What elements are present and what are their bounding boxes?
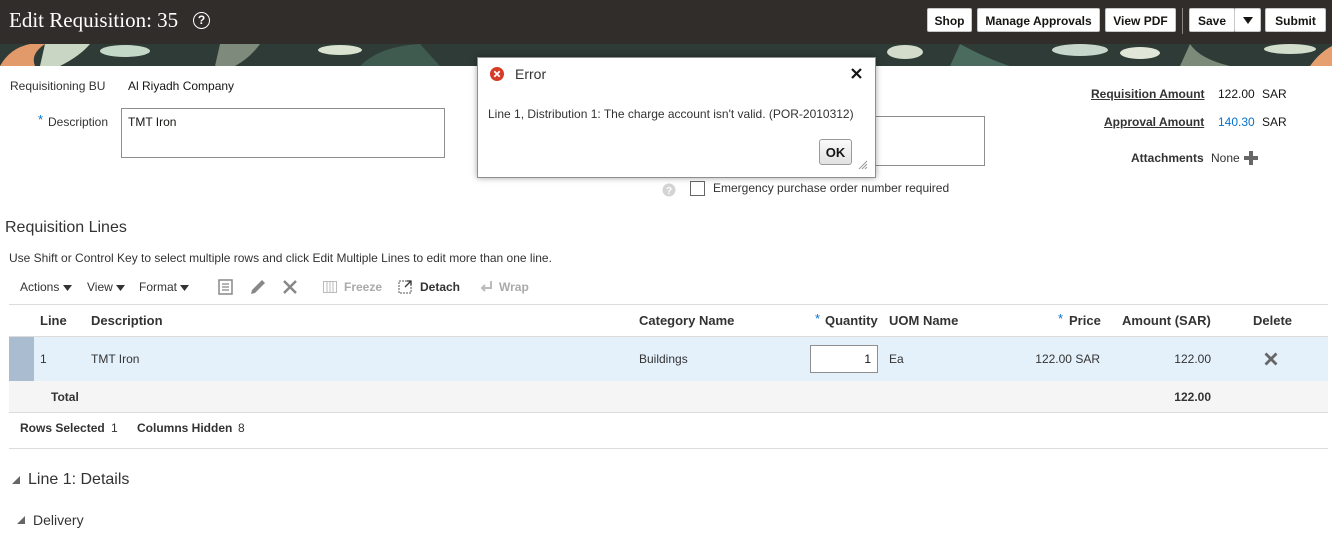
dialog-title: Error bbox=[515, 66, 547, 82]
column-header-price[interactable]: Price bbox=[1069, 313, 1101, 328]
error-icon bbox=[490, 67, 504, 81]
required-indicator: * bbox=[38, 112, 44, 127]
submit-button[interactable]: Submit bbox=[1265, 8, 1326, 32]
page-title: Edit Requisition: 35 bbox=[9, 8, 179, 32]
list-icon[interactable] bbox=[218, 279, 234, 295]
detach-button[interactable]: Detach bbox=[420, 280, 460, 294]
format-menu[interactable]: Format bbox=[139, 280, 190, 294]
save-menu-button[interactable] bbox=[1234, 8, 1261, 32]
column-header-uom[interactable]: UOM Name bbox=[889, 313, 958, 328]
resize-handle-icon[interactable] bbox=[858, 160, 868, 170]
save-button[interactable]: Save bbox=[1189, 8, 1235, 32]
chevron-down-icon bbox=[1242, 17, 1253, 24]
chevron-down-icon bbox=[180, 285, 190, 291]
line-details-title[interactable]: Line 1: Details bbox=[28, 471, 129, 489]
lines-instruction: Use Shift or Control Key to select multi… bbox=[9, 251, 552, 265]
column-header-category[interactable]: Category Name bbox=[639, 313, 734, 328]
view-label: View bbox=[87, 280, 113, 294]
svg-text:?: ? bbox=[666, 186, 672, 197]
justification-field[interactable] bbox=[860, 116, 985, 166]
emergency-po-checkbox[interactable] bbox=[690, 181, 705, 196]
detach-icon[interactable] bbox=[398, 279, 413, 294]
shop-button[interactable]: Shop bbox=[927, 8, 972, 32]
collapse-triangle-icon[interactable] bbox=[16, 515, 26, 525]
rows-selected-label: Rows Selected bbox=[20, 421, 105, 435]
chevron-down-icon bbox=[116, 285, 126, 291]
requisition-amount-label[interactable]: Requisition Amount bbox=[1091, 87, 1205, 101]
actions-label: Actions bbox=[20, 280, 60, 294]
header-separator bbox=[1182, 8, 1183, 34]
delivery-title[interactable]: Delivery bbox=[33, 512, 84, 528]
ok-button[interactable]: OK bbox=[819, 139, 852, 165]
requisition-amount-currency: SAR bbox=[1262, 87, 1287, 101]
error-dialog: Error Line 1, Distribution 1: The charge… bbox=[477, 57, 876, 178]
column-header-delete[interactable]: Delete bbox=[1253, 313, 1292, 328]
freeze-icon bbox=[323, 281, 337, 293]
edit-pencil-icon[interactable] bbox=[249, 278, 267, 296]
manage-approvals-button[interactable]: Manage Approvals bbox=[977, 8, 1100, 32]
row-price: 122.00 SAR bbox=[1035, 352, 1100, 366]
approval-amount-link[interactable]: 140.30 bbox=[1218, 115, 1255, 129]
format-label: Format bbox=[139, 280, 178, 294]
help-icon[interactable]: ? bbox=[193, 12, 210, 29]
columns-hidden-value: 8 bbox=[238, 421, 245, 435]
requisitioning-bu-label: Requisitioning BU bbox=[10, 79, 106, 93]
row-description: TMT Iron bbox=[91, 352, 140, 366]
requisition-amount-value: 122.00 bbox=[1218, 87, 1255, 101]
freeze-button: Freeze bbox=[344, 280, 383, 294]
row-amount: 122.00 bbox=[1174, 352, 1211, 366]
table-top-border bbox=[9, 304, 1328, 305]
wrap-icon bbox=[480, 281, 492, 292]
view-pdf-button[interactable]: View PDF bbox=[1105, 8, 1176, 32]
delete-x-icon[interactable] bbox=[283, 280, 297, 294]
columns-hidden-label: Columns Hidden bbox=[137, 421, 233, 435]
requisition-lines-title: Requisition Lines bbox=[5, 219, 127, 236]
attachments-label: Attachments bbox=[1131, 151, 1204, 165]
dialog-message: Line 1, Distribution 1: The charge accou… bbox=[488, 107, 854, 121]
row-selector[interactable] bbox=[9, 337, 34, 381]
collapse-triangle-icon[interactable] bbox=[11, 475, 21, 485]
emergency-po-label: Emergency purchase order number required bbox=[713, 181, 950, 195]
column-header-quantity[interactable]: Quantity bbox=[825, 313, 878, 328]
required-indicator: * bbox=[815, 311, 821, 326]
column-header-line[interactable]: Line bbox=[40, 313, 67, 328]
row-category: Buildings bbox=[639, 352, 688, 366]
row-line-number: 1 bbox=[40, 352, 47, 366]
add-attachment-icon[interactable] bbox=[1244, 151, 1258, 165]
column-header-amount[interactable]: Amount (SAR) bbox=[1122, 313, 1211, 328]
chevron-down-icon bbox=[62, 285, 72, 291]
total-value: 122.00 bbox=[1174, 390, 1211, 404]
total-label: Total bbox=[51, 390, 79, 404]
requisitioning-bu-value: Al Riyadh Company bbox=[128, 79, 235, 93]
approval-amount-label[interactable]: Approval Amount bbox=[1104, 115, 1204, 129]
actions-menu[interactable]: Actions bbox=[20, 280, 72, 294]
approval-amount-currency: SAR bbox=[1262, 115, 1287, 129]
status-divider bbox=[9, 448, 1328, 449]
close-icon[interactable] bbox=[851, 68, 862, 79]
description-label: Description bbox=[48, 115, 109, 129]
description-field[interactable]: TMT Iron bbox=[121, 108, 445, 158]
quantity-input[interactable]: 1 bbox=[810, 345, 878, 373]
delete-row-icon[interactable] bbox=[1264, 352, 1278, 366]
row-uom: Ea bbox=[889, 352, 904, 366]
required-indicator: * bbox=[1058, 311, 1064, 326]
column-header-description[interactable]: Description bbox=[91, 313, 163, 328]
view-menu[interactable]: View bbox=[87, 280, 126, 294]
rows-selected-value: 1 bbox=[111, 421, 118, 435]
question-icon[interactable]: ? bbox=[662, 183, 676, 197]
attachments-value: None bbox=[1211, 151, 1240, 165]
wrap-button: Wrap bbox=[499, 280, 529, 294]
